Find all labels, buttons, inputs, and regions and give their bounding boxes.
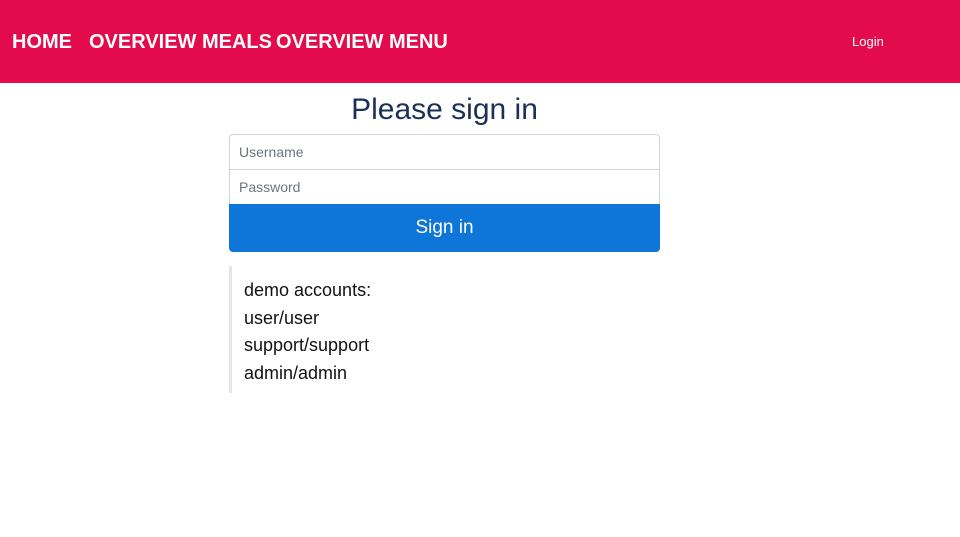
page-title: Please sign in xyxy=(351,93,538,126)
demo-account-support: support/support xyxy=(244,335,370,355)
password-input[interactable] xyxy=(229,169,660,205)
demo-account-user: user/user xyxy=(244,308,320,328)
demo-accounts-heading: demo accounts: xyxy=(244,280,372,300)
nav-overview-meals-link[interactable]: OVERVIEW MEALS xyxy=(89,30,272,54)
username-input[interactable] xyxy=(229,134,660,170)
demo-account-admin: admin/admin xyxy=(244,363,348,383)
nav-overview-menu-link[interactable]: OVERVIEW MENU xyxy=(276,30,448,54)
nav-login-link[interactable]: Login xyxy=(852,34,884,50)
nav-home-link[interactable]: HOME xyxy=(12,30,72,54)
demo-accounts-note: demo accounts: user/user support/support… xyxy=(229,266,529,393)
signin-button[interactable]: Sign in xyxy=(229,204,660,252)
top-navbar: HOME OVERVIEW MEALS OVERVIEW MENU Login xyxy=(0,0,960,83)
